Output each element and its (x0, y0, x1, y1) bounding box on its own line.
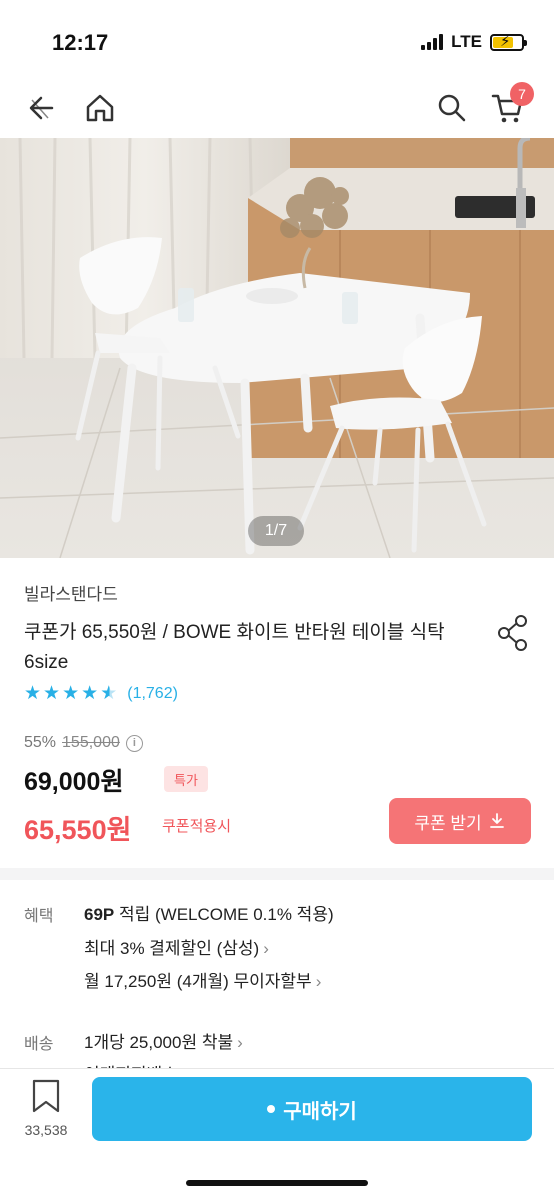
review-count[interactable]: (1,762) (127, 685, 178, 703)
bookmark-button[interactable]: 33,538 (18, 1079, 74, 1138)
chevron-right-icon: › (315, 972, 322, 991)
discount-row: 55% 155,000 i (24, 734, 143, 752)
loading-dot-icon (267, 1105, 276, 1113)
section-divider (0, 868, 554, 880)
home-icon (86, 94, 114, 122)
network-label: LTE (451, 32, 482, 51)
coupon-button-label: 쿠폰 받기 (414, 813, 482, 833)
home-button[interactable] (78, 86, 122, 130)
signal-icon (421, 34, 444, 50)
discount-rate: 55% (24, 734, 57, 751)
star-icon: ★ (24, 683, 42, 704)
coupon-note: 쿠폰적용시 (162, 818, 232, 835)
points-row: 69P 적립 (WELCOME 0.1% 적용) (84, 900, 334, 925)
card-discount-text: 최대 3% 결제할인 (삼성) (84, 939, 260, 958)
product-photo (0, 138, 554, 558)
points-amount: 69P (84, 905, 115, 924)
cart-button[interactable]: 7 (486, 82, 534, 130)
cart-count-badge: 7 (510, 82, 534, 106)
search-icon (438, 94, 466, 122)
search-button[interactable] (430, 86, 474, 130)
product-title: 쿠폰가 65,550원 / BOWE 화이트 반타원 테이블 식탁 6size (24, 622, 445, 673)
share-button[interactable] (496, 614, 530, 657)
bookmark-count: 33,538 (24, 1122, 68, 1138)
status-time: 12:17 (52, 30, 109, 55)
points-text: 적립 (WELCOME 0.1% 적용) (118, 905, 334, 924)
coupon-price: 65,550원 (24, 815, 132, 845)
image-page-counter: 1/7 (248, 516, 304, 546)
buy-button-label: 구매하기 (283, 1100, 357, 1123)
installment-text: 월 17,250원 (4개월) 무이자할부 (84, 972, 312, 991)
star-icon: ★ (62, 683, 80, 704)
back-arrow-icon (29, 96, 54, 120)
product-image[interactable] (0, 138, 554, 558)
chevron-right-icon: › (237, 1033, 243, 1052)
bookmark-icon (32, 1079, 60, 1113)
original-price: 155,000 (62, 734, 120, 751)
info-icon[interactable]: i (125, 734, 143, 752)
home-indicator[interactable] (186, 1180, 368, 1186)
shipping-next-line: 이태지지배소 (84, 1060, 178, 1068)
shipping-fee-text: 1개당 25,000원 착불 (84, 1033, 234, 1052)
star-icon: ★ (43, 683, 61, 704)
battery-icon: ⚡ (490, 33, 527, 51)
half-star-icon: ★ (100, 683, 118, 704)
coupon-download-button[interactable]: 쿠폰 받기 (389, 798, 531, 844)
buy-button[interactable]: 구매하기 (92, 1077, 532, 1141)
rating-row[interactable]: ★ ★ ★ ★ ★ (1,762) (24, 682, 178, 705)
download-icon (489, 813, 504, 828)
status-bar: 12:17 LTE ⚡ (0, 0, 554, 80)
brand-name[interactable]: 빌라스탠다드 (24, 580, 118, 605)
card-discount-row[interactable]: 최대 3% 결제할인 (삼성) › (84, 934, 269, 959)
chevron-right-icon: › (263, 939, 269, 958)
share-icon (498, 615, 527, 651)
shipping-fee-row[interactable]: 1개당 25,000원 착불 › (84, 1028, 243, 1053)
status-indicators: LTE ⚡ (421, 32, 527, 52)
sale-price: 69,000원 (24, 768, 124, 796)
special-badge: 특가 (164, 766, 208, 792)
star-icon: ★ (81, 683, 99, 704)
benefits-label: 혜택 (24, 908, 54, 925)
nav-bar: 7 (0, 80, 554, 138)
installment-row[interactable]: 월 17,250원 (4개월) 무이자할부 › (84, 967, 321, 992)
shipping-label: 배송 (24, 1036, 54, 1053)
back-button[interactable] (20, 86, 64, 130)
